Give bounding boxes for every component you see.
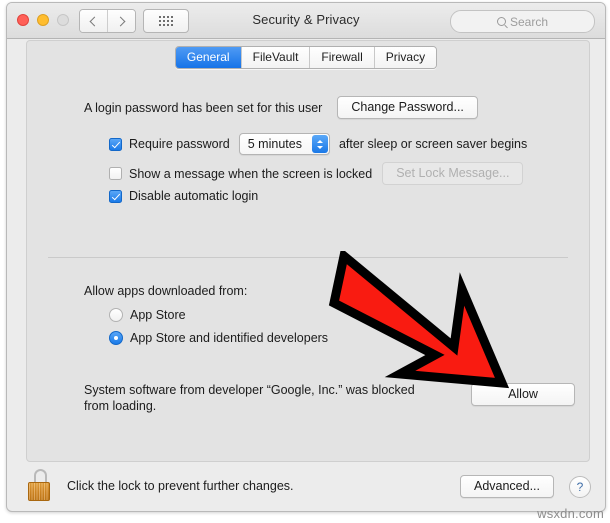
general-pane: A login password has been set for this u… — [26, 40, 590, 462]
show-lock-message-label: Show a message when the screen is locked — [129, 166, 373, 181]
login-password-label: A login password has been set for this u… — [84, 100, 323, 115]
require-password-checkbox[interactable] — [109, 137, 122, 151]
window-titlebar: Security & Privacy Search — [7, 3, 605, 39]
identified-developers-label: App Store and identified developers — [130, 331, 329, 345]
tab-general[interactable]: General — [175, 47, 241, 68]
tab-filevault[interactable]: FileVault — [240, 47, 310, 68]
bottom-bar: Click the lock to prevent further change… — [7, 465, 605, 510]
app-store-radio[interactable] — [109, 308, 123, 322]
allow-apps-heading: Allow apps downloaded from: — [84, 284, 248, 298]
tab-firewall[interactable]: Firewall — [309, 47, 374, 68]
require-password-delay-select[interactable]: 5 minutes — [238, 133, 330, 155]
disable-auto-login-label: Disable automatic login — [129, 189, 259, 203]
help-button[interactable]: ? — [569, 476, 591, 498]
identified-developers-radio[interactable] — [109, 331, 123, 345]
show-lock-message-checkbox[interactable] — [109, 167, 122, 180]
app-store-label: App Store — [130, 308, 186, 322]
advanced-button[interactable]: Advanced... — [459, 475, 554, 498]
tab-privacy[interactable]: Privacy — [373, 47, 437, 68]
watermark: wsxdn.com — [537, 506, 604, 521]
require-password-delay-value: 5 minutes — [247, 137, 302, 151]
set-lock-message-button[interactable]: Set Lock Message... — [382, 162, 524, 185]
padlock-open-icon[interactable] — [27, 469, 57, 503]
search-placeholder: Search — [509, 14, 549, 29]
disable-auto-login-checkbox[interactable] — [109, 189, 122, 203]
disable-auto-login-row: Disable automatic login — [109, 189, 258, 203]
require-password-row: Require password 5 minutes after sleep o… — [109, 133, 527, 155]
search-icon — [496, 17, 506, 26]
tab-bar: General FileVault Firewall Privacy — [7, 46, 605, 69]
require-password-label: Require password — [129, 137, 230, 151]
change-password-button[interactable]: Change Password... — [337, 96, 478, 119]
search-input[interactable]: Search — [450, 10, 595, 33]
section-divider — [48, 257, 568, 258]
require-password-suffix-label: after sleep or screen saver begins — [338, 137, 528, 151]
security-privacy-window: Security & Privacy Search A login passwo… — [6, 2, 606, 512]
lock-caption: Click the lock to prevent further change… — [67, 479, 294, 493]
allow-apps-heading-row: Allow apps downloaded from: — [84, 284, 247, 298]
allow-apps-option-identified-developers[interactable]: App Store and identified developers — [109, 331, 328, 345]
allow-apps-option-app-store[interactable]: App Store — [109, 308, 186, 322]
show-lock-message-row: Show a message when the screen is locked… — [109, 162, 524, 185]
login-password-row: A login password has been set for this u… — [84, 96, 478, 119]
allow-button[interactable]: Allow — [471, 383, 575, 406]
blocked-software-notice: System software from developer “Google, … — [84, 383, 415, 413]
chevron-updown-icon — [311, 135, 328, 153]
